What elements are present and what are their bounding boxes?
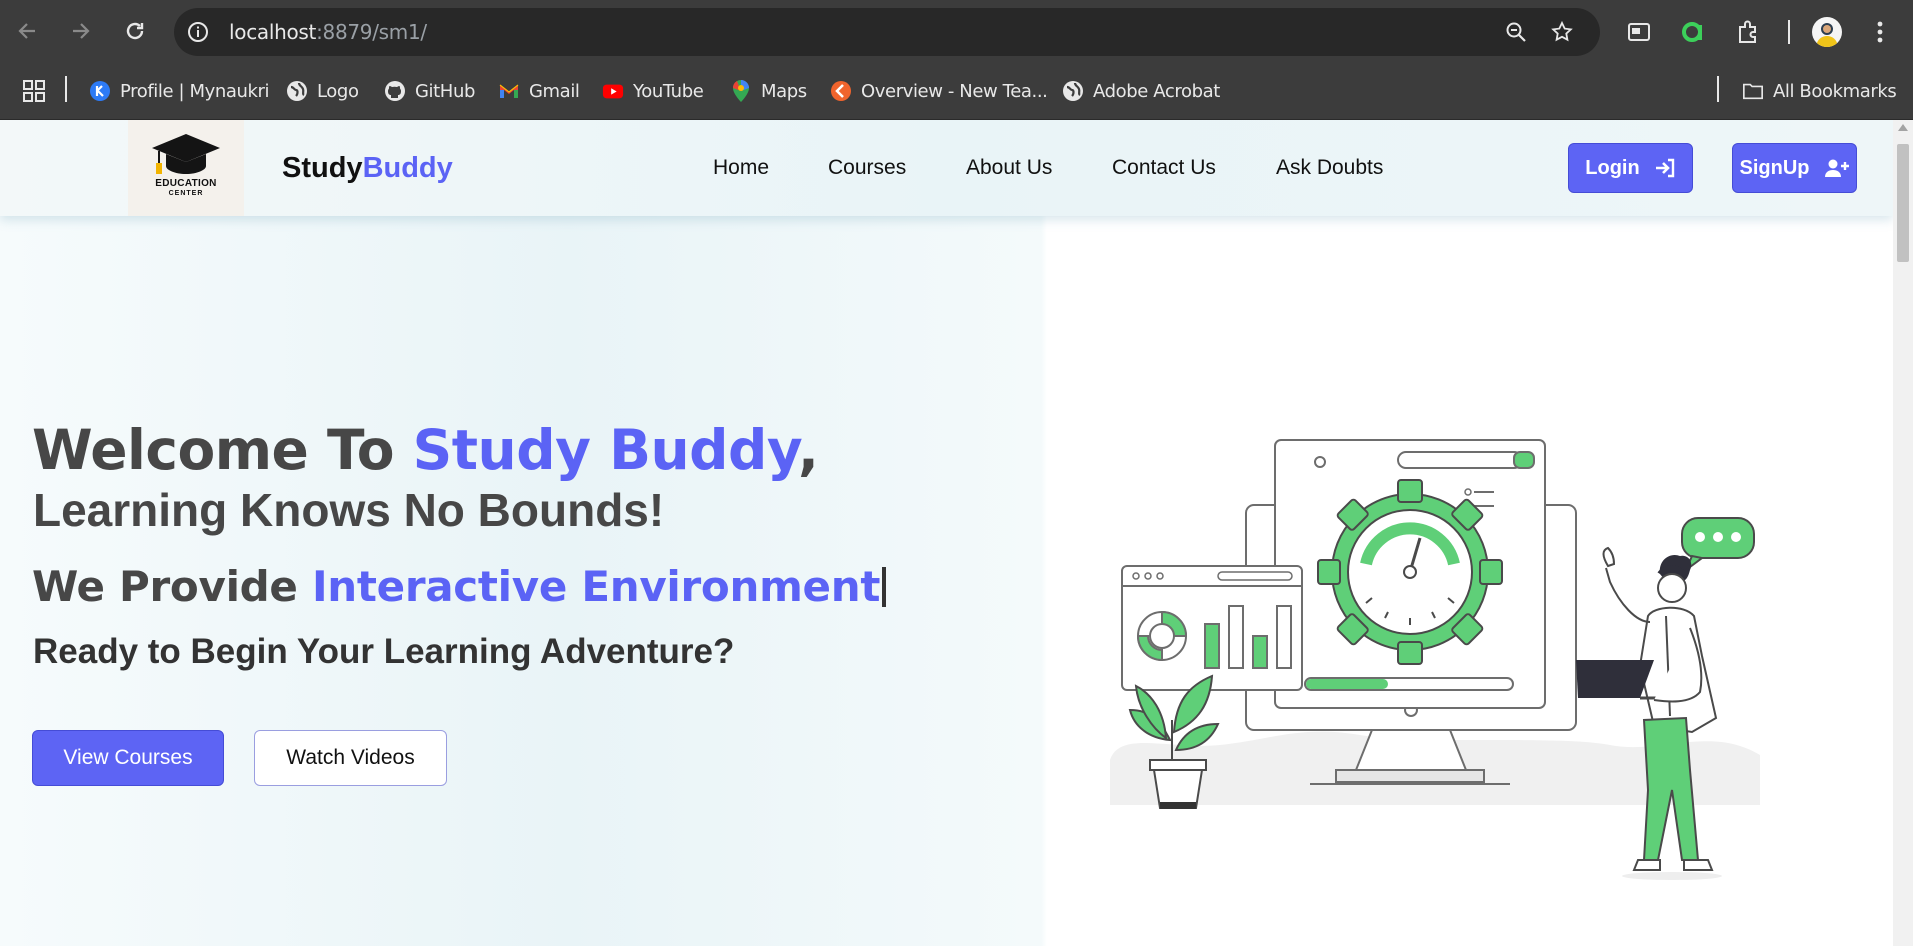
url-text[interactable]: localhost:8879/sm1/ [229, 20, 427, 44]
bookmark-item[interactable]: YouTube [602, 77, 704, 105]
browser-toolbar: localhost:8879/sm1/ [0, 0, 1913, 64]
graduation-cap-icon [152, 134, 220, 174]
site-header: EDUCATION CENTER StudyBuddy Home Courses… [0, 120, 1893, 216]
site-logo[interactable]: EDUCATION CENTER [128, 120, 244, 216]
nav-courses[interactable]: Courses [828, 156, 906, 180]
page-scrollbar[interactable] [1893, 120, 1913, 946]
globe-icon [286, 80, 308, 102]
apps-grid-icon[interactable] [20, 77, 48, 105]
bookmark-item[interactable]: Gmail [498, 77, 580, 105]
login-button[interactable]: Login [1568, 143, 1693, 193]
github-icon [384, 80, 406, 102]
forward-arrow-icon [73, 23, 90, 39]
profile-avatar[interactable] [1812, 17, 1842, 47]
folder-icon [1742, 80, 1764, 102]
bookmark-item[interactable]: Overview - New Tea... [830, 77, 1048, 105]
view-courses-button[interactable]: View Courses [32, 730, 224, 786]
login-label: Login [1585, 156, 1640, 179]
hero-typing-line: We Provide Interactive Environment [32, 564, 887, 610]
mynaukri-icon [89, 80, 111, 102]
extension-green-icon[interactable] [1678, 18, 1706, 46]
bookmark-item[interactable]: Profile | Mynaukri [89, 77, 270, 105]
bookmarks-divider [1717, 76, 1719, 102]
bookmarks-divider [65, 76, 67, 102]
overview-icon [830, 80, 852, 102]
forward-button[interactable] [66, 16, 96, 46]
all-bookmarks-button[interactable]: All Bookmarks [1742, 77, 1897, 105]
youtube-icon [602, 80, 624, 102]
watch-videos-button[interactable]: Watch Videos [254, 730, 447, 786]
signup-button[interactable]: SignUp [1732, 143, 1857, 193]
bookmark-item[interactable]: Logo [286, 77, 359, 105]
page-viewport: EDUCATION CENTER StudyBuddy Home Courses… [0, 120, 1893, 946]
hero-tagline: Learning Knows No Bounds! [33, 484, 665, 536]
zoom-icon[interactable] [1504, 20, 1528, 44]
scrollbar-thumb[interactable] [1897, 144, 1909, 262]
picture-in-picture-icon[interactable] [1626, 20, 1652, 44]
hero-illustration [1110, 439, 1760, 880]
toolbar-divider [1788, 20, 1790, 44]
scroll-up-arrow-icon[interactable] [1898, 124, 1908, 131]
globe-icon [1062, 80, 1084, 102]
bookmark-star-icon[interactable] [1550, 20, 1574, 44]
bookmark-item[interactable]: Maps [730, 77, 807, 105]
user-plus-icon [1824, 159, 1849, 177]
browser-menu-icon[interactable] [1870, 18, 1890, 46]
logo-text: EDUCATION [155, 178, 217, 189]
maps-icon [730, 80, 752, 102]
back-button[interactable] [12, 16, 42, 46]
brand-name[interactable]: StudyBuddy [282, 152, 453, 185]
bookmark-item[interactable]: Adobe Acrobat [1062, 77, 1220, 105]
site-info-icon[interactable] [186, 20, 210, 44]
nav-ask-doubts[interactable]: Ask Doubts [1276, 156, 1383, 180]
hero-cta-question: Ready to Begin Your Learning Adventure? [33, 632, 735, 671]
logo-subtext: CENTER [168, 190, 204, 197]
back-arrow-icon [18, 23, 35, 39]
extensions-puzzle-icon[interactable] [1734, 18, 1762, 46]
reload-icon [126, 22, 144, 40]
sign-in-icon [1655, 158, 1674, 178]
signup-label: SignUp [1739, 156, 1810, 179]
nav-about-us[interactable]: About Us [966, 156, 1052, 180]
gmail-icon [498, 80, 520, 102]
address-bar[interactable]: localhost:8879/sm1/ [174, 8, 1600, 56]
nav-home[interactable]: Home [713, 156, 769, 180]
bookmark-item[interactable]: GitHub [384, 77, 475, 105]
typing-cursor [882, 567, 887, 607]
reload-button[interactable] [120, 16, 150, 46]
nav-contact-us[interactable]: Contact Us [1112, 156, 1216, 180]
hero-welcome-heading: Welcome To Study Buddy, [32, 418, 819, 482]
